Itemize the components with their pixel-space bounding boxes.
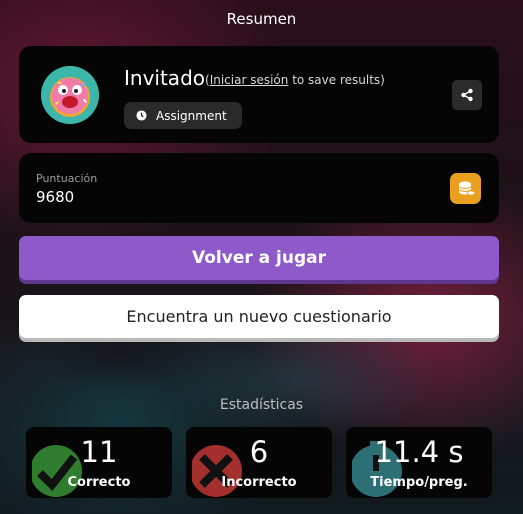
coins-button[interactable] bbox=[450, 173, 481, 204]
find-quiz-button[interactable]: Encuentra un nuevo cuestionario bbox=[19, 295, 499, 338]
stat-time-label: Tiempo/preg. bbox=[370, 475, 468, 490]
coins-icon bbox=[458, 181, 475, 195]
page-title: Resumen bbox=[226, 10, 297, 28]
stat-correct: 11 Correcto bbox=[26, 427, 172, 498]
login-link[interactable]: Iniciar sesión bbox=[210, 73, 289, 87]
assignment-button[interactable]: Assignment bbox=[124, 102, 242, 129]
profile-card: Invitado (Iniciar sesión to save results… bbox=[19, 46, 499, 143]
stat-incorrect: 6 Incorrecto bbox=[186, 427, 332, 498]
clock-icon bbox=[136, 110, 147, 121]
score-value: 9680 bbox=[36, 188, 75, 206]
stat-incorrect-value: 6 bbox=[249, 435, 269, 469]
stat-correct-label: Correcto bbox=[67, 475, 131, 490]
stat-time: 11.4 s Tiempo/preg. bbox=[346, 427, 492, 498]
login-suffix: to save results) bbox=[288, 73, 385, 87]
stat-correct-value: 11 bbox=[80, 435, 118, 469]
assignment-label: Assignment bbox=[156, 108, 227, 123]
score-label: Puntuación bbox=[36, 172, 98, 185]
donut-avatar-icon bbox=[41, 66, 99, 124]
stat-incorrect-label: Incorrecto bbox=[221, 475, 297, 490]
stats-heading: Estadísticas bbox=[219, 397, 304, 413]
share-icon bbox=[461, 88, 473, 102]
login-note: (Iniciar sesión to save results) bbox=[205, 73, 385, 87]
share-button[interactable] bbox=[452, 80, 482, 110]
stat-time-value: 11.4 s bbox=[374, 435, 464, 469]
play-again-button[interactable]: Volver a jugar bbox=[19, 236, 499, 280]
player-name: Invitado bbox=[124, 66, 205, 90]
score-card: Puntuación 9680 bbox=[19, 153, 499, 223]
